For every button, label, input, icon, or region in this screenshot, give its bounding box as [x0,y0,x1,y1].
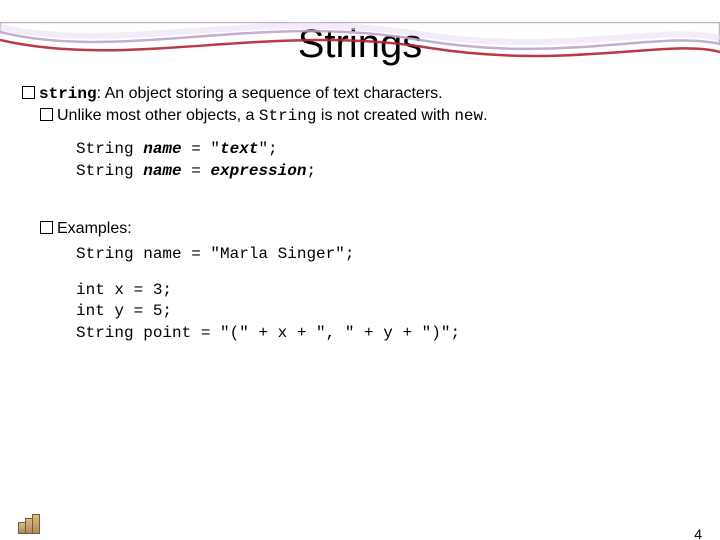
slide-title: Strings [0,22,720,67]
tx: "; [258,140,277,158]
ph: name [143,162,181,180]
note-mid: is not created with [316,107,454,124]
kw: String [76,162,143,180]
ph: expression [210,162,306,180]
note-line: Unlike most other objects, a String is n… [22,107,698,125]
ph: text [220,140,258,158]
examples-label: Examples: [57,220,132,237]
example2-line1: int x = 3; [76,280,698,302]
bullet-icon [22,86,35,99]
definition-line: string: An object storing a sequence of … [22,85,698,103]
syntax-line-1: String name = "text"; [76,139,698,161]
example-2: int x = 3; int y = 5; String point = "("… [22,280,698,345]
example1-line: String name = "Marla Singer"; [76,244,698,266]
tx: = " [182,140,220,158]
example2-line2: int y = 5; [76,301,698,323]
definition-text: : An object storing a sequence of text c… [97,85,443,102]
kw: String [76,140,143,158]
examples-heading: Examples: [22,220,698,238]
bullet-icon [40,108,53,121]
ph: name [143,140,181,158]
note-code-string: String [259,107,317,125]
book-icon [18,514,42,534]
tx: = [182,162,211,180]
syntax-line-2: String name = expression; [76,161,698,183]
example2-line3: String point = "(" + x + ", " + y + ")"; [76,323,698,345]
note-code-new: new [454,107,483,125]
syntax-block: String name = "text"; String name = expr… [22,139,698,182]
note-pre: Unlike most other objects, a [57,107,259,124]
bullet-icon [40,221,53,234]
tx: ; [306,162,316,180]
slide-body: string: An object storing a sequence of … [0,85,720,345]
note-post: . [483,107,487,124]
term: string [39,85,97,103]
example-1: String name = "Marla Singer"; [22,244,698,266]
page-number: 4 [694,526,702,540]
